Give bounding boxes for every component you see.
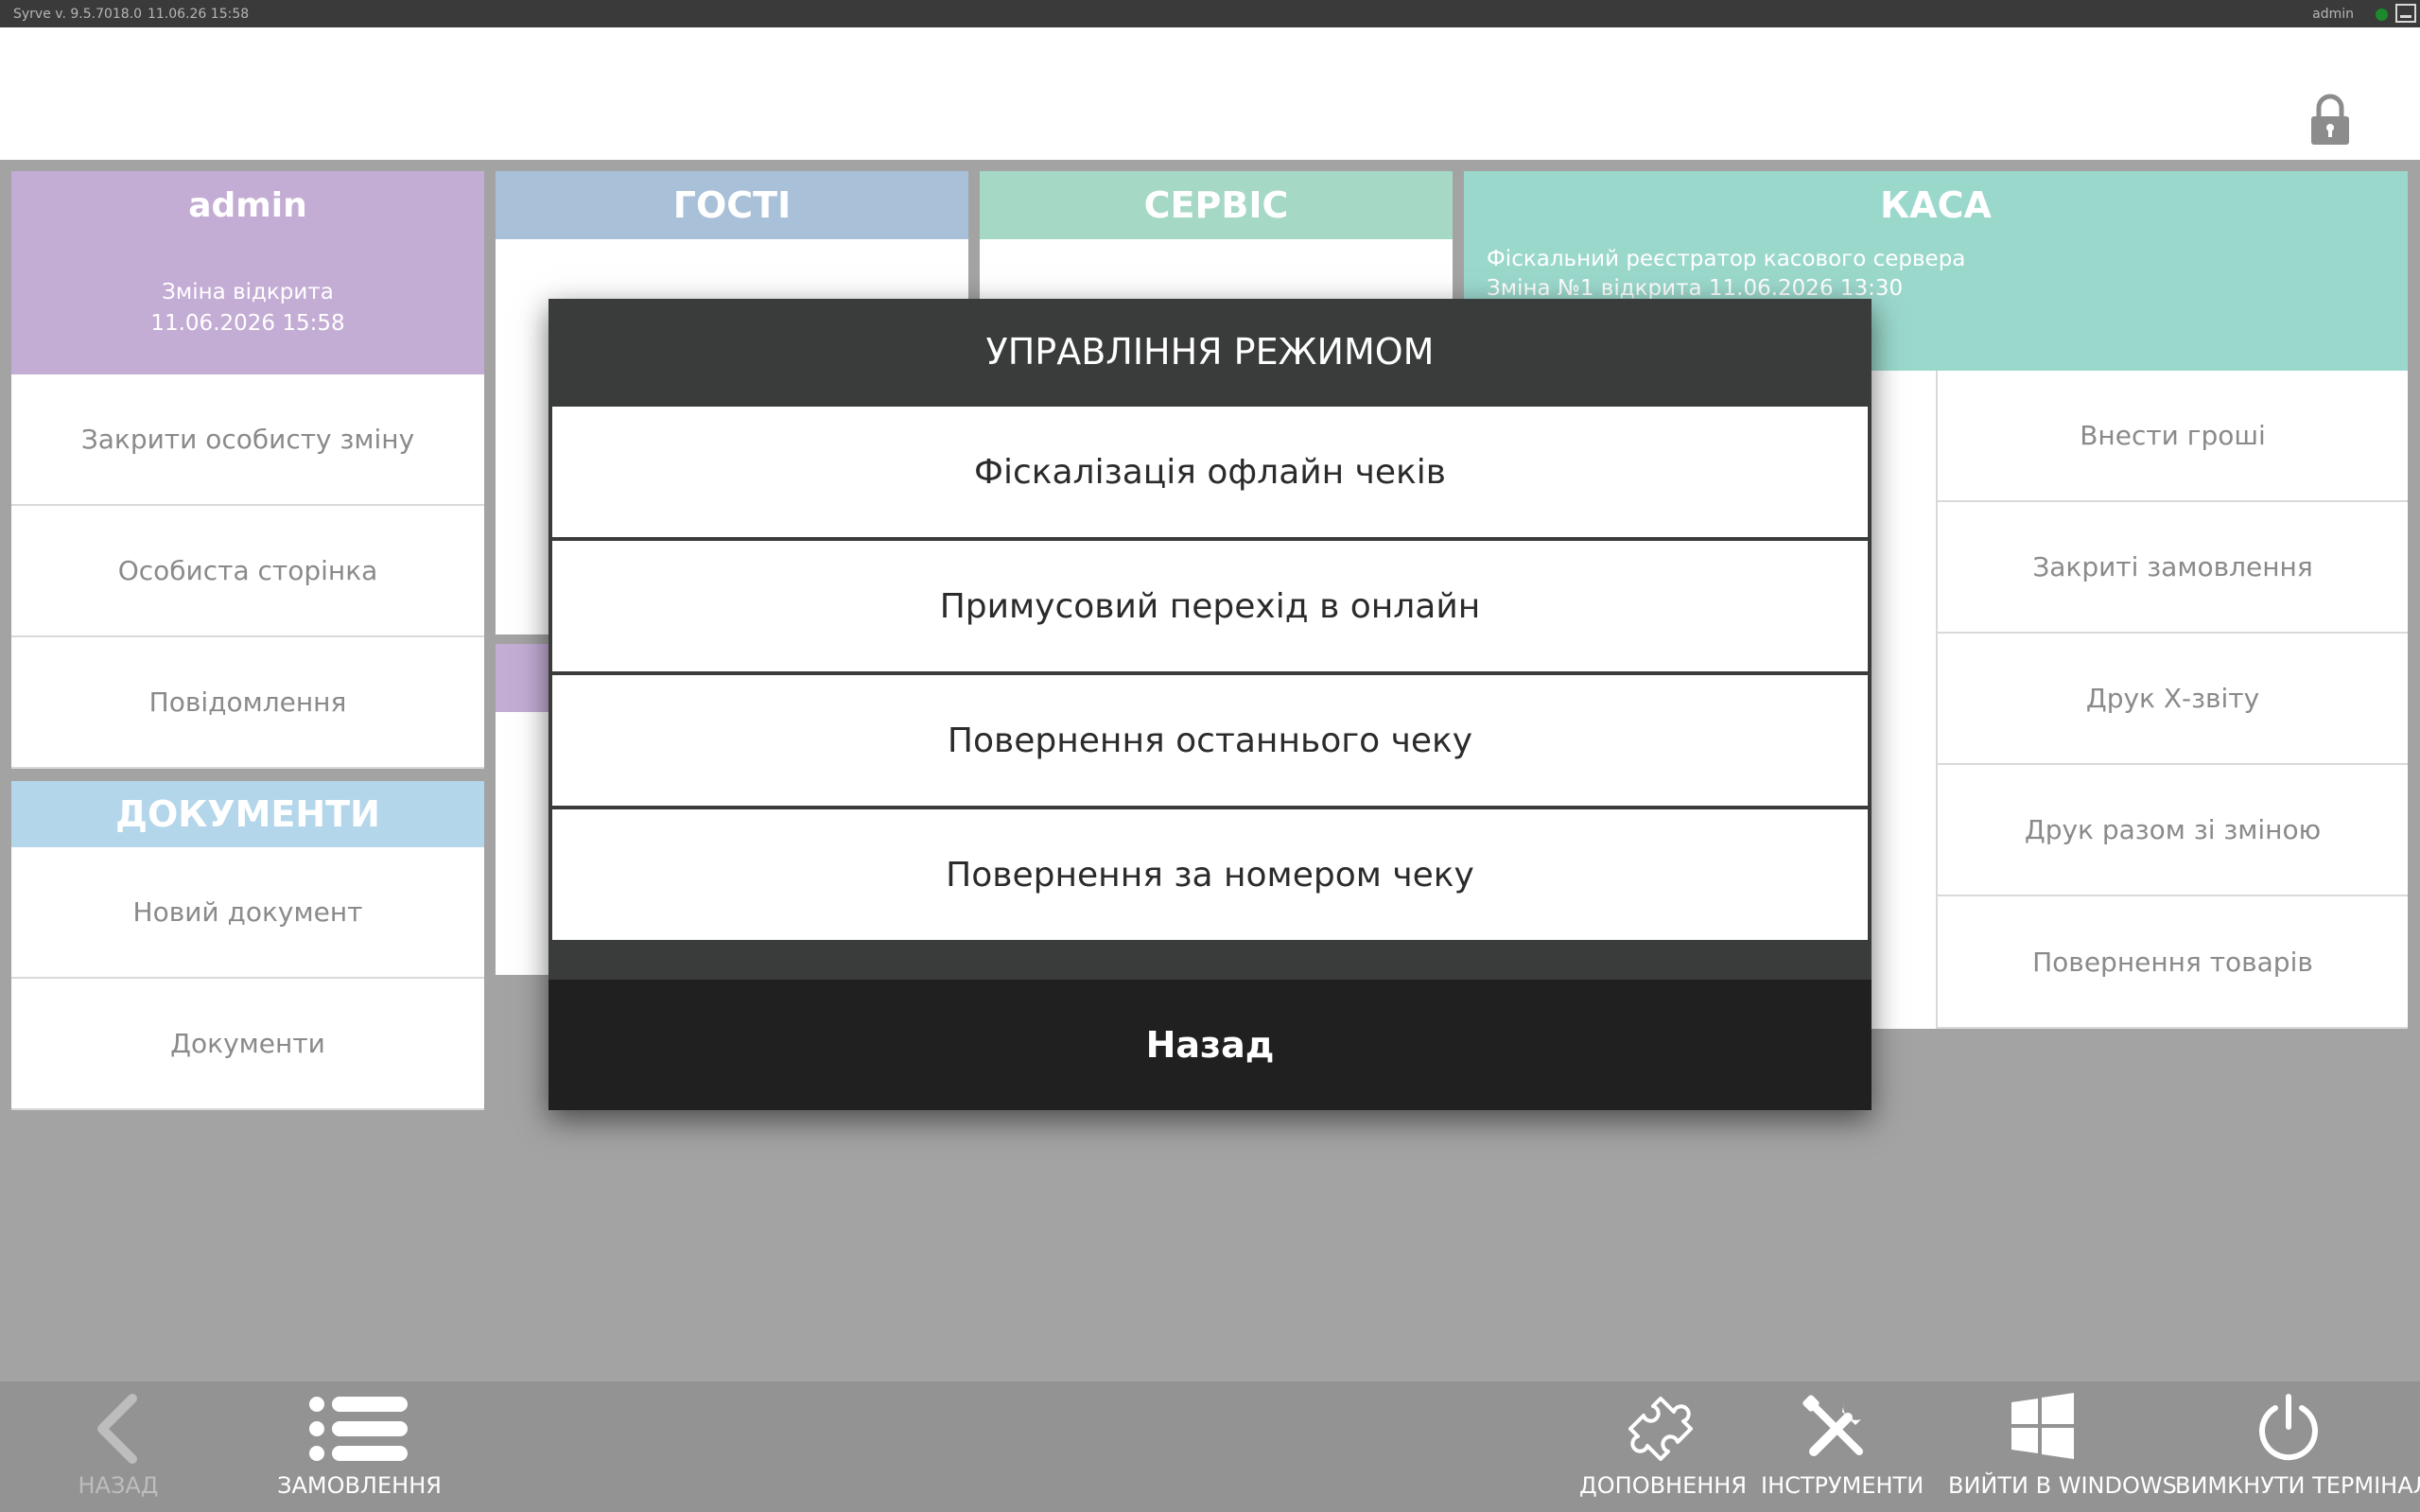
addons-button[interactable]: ДОПОВНЕННЯ [1579,1382,1748,1512]
panel-header-fragment [496,644,552,712]
admin-panel-header: admin Зміна відкрита 11.06.2026 15:58 [11,171,484,374]
header [0,27,2420,160]
documents-button[interactable]: Документи [11,979,484,1110]
kasa-shift-status: Зміна №1 відкрита 11.06.2026 13:30 [1487,276,1904,301]
print-x-report-button[interactable]: Друк Х-звіту [1936,634,2408,765]
panel-body-fragment [496,712,552,975]
chevron-left-icon [97,1394,137,1464]
tools-button[interactable]: ІНСТРУМЕНТИ [1761,1382,1924,1512]
orders-button[interactable]: ЗАМОВЛЕННЯ [274,1382,444,1512]
title-bar: Syrve v. 9.5.7018.0 11.06.26 15:58 admin [0,0,2420,27]
return-goods-button[interactable]: Повернення товарів [1936,896,2408,1029]
mode-management-dialog: УПРАВЛІННЯ РЕЖИМОМ Фіскалізація офлайн ч… [548,299,1872,1110]
personal-page-button[interactable]: Особиста сторінка [11,506,484,637]
puzzle-icon [1628,1397,1693,1461]
documents-panel-header: ДОКУМЕНТИ [11,781,484,847]
tools-icon [1802,1395,1863,1456]
app-version: Syrve v. 9.5.7018.0 [13,7,143,22]
back-nav-label: НАЗАД [78,1472,159,1499]
kasa-title: КАСА [1880,184,1992,226]
shift-status-text: Зміна відкрита [162,280,334,304]
deposit-money-button[interactable]: Внести гроші [1936,371,2408,502]
force-online-button[interactable]: Примусовий перехід в онлайн [552,541,1868,671]
shift-status: Зміна відкрита 11.06.2026 15:58 [11,277,484,339]
list-icon [309,1397,408,1461]
shutdown-terminal-label: ВИМКНУТИ ТЕРМІНАЛ [2175,1472,2420,1499]
shutdown-terminal-button[interactable]: ВИМКНУТИ ТЕРМІНАЛ [2175,1382,2420,1512]
exit-windows-button[interactable]: ВИЙТИ В WINDOWS [1948,1382,2177,1512]
messages-button[interactable]: Повідомлення [11,637,484,769]
dialog-title: УПРАВЛІННЯ РЕЖИМОМ [985,331,1435,373]
return-by-receipt-number-button[interactable]: Повернення за номером чеку [552,809,1868,940]
addons-label: ДОПОВНЕННЯ [1579,1472,1748,1499]
orders-label: ЗАМОВЛЕННЯ [277,1472,442,1499]
fiscal-registrar-label: Фіскальний реєстратор касового сервера [1487,247,1966,271]
windows-icon [2011,1393,2074,1459]
lock-icon[interactable] [2309,94,2351,147]
power-icon [2259,1394,2318,1461]
title-datetime: 11.06.26 15:58 [148,7,250,22]
exit-windows-label: ВИЙТИ В WINDOWS [1948,1472,2177,1499]
user-name: admin [188,186,307,225]
kasa-left-column [1872,371,1936,1029]
fiscalize-offline-receipts-button[interactable]: Фіскалізація офлайн чеків [552,407,1868,537]
return-last-receipt-button[interactable]: Повернення останнього чеку [552,675,1868,806]
monitor-icon[interactable] [2395,4,2416,23]
bottom-toolbar: НАЗАД ЗАМОВЛЕННЯ ДОПОВНЕННЯ ІНСТРУМЕНТИ [0,1382,2420,1512]
close-personal-shift-button[interactable]: Закрити особисту зміну [11,374,484,506]
print-with-shift-button[interactable]: Друк разом зі зміною [1936,765,2408,896]
dialog-back-button[interactable]: Назад [548,980,1872,1110]
title-user: admin [2312,7,2354,22]
connection-status-icon [2376,9,2388,21]
back-nav-button[interactable]: НАЗАД [57,1382,180,1512]
tools-label: ІНСТРУМЕНТИ [1761,1472,1924,1499]
guests-panel-header: ГОСТІ [496,171,968,239]
closed-orders-button[interactable]: Закриті замовлення [1936,502,2408,634]
shift-status-time: 11.06.2026 15:58 [150,311,345,336]
new-document-button[interactable]: Новий документ [11,847,484,979]
service-panel-header: СЕРВІС [980,171,1453,239]
